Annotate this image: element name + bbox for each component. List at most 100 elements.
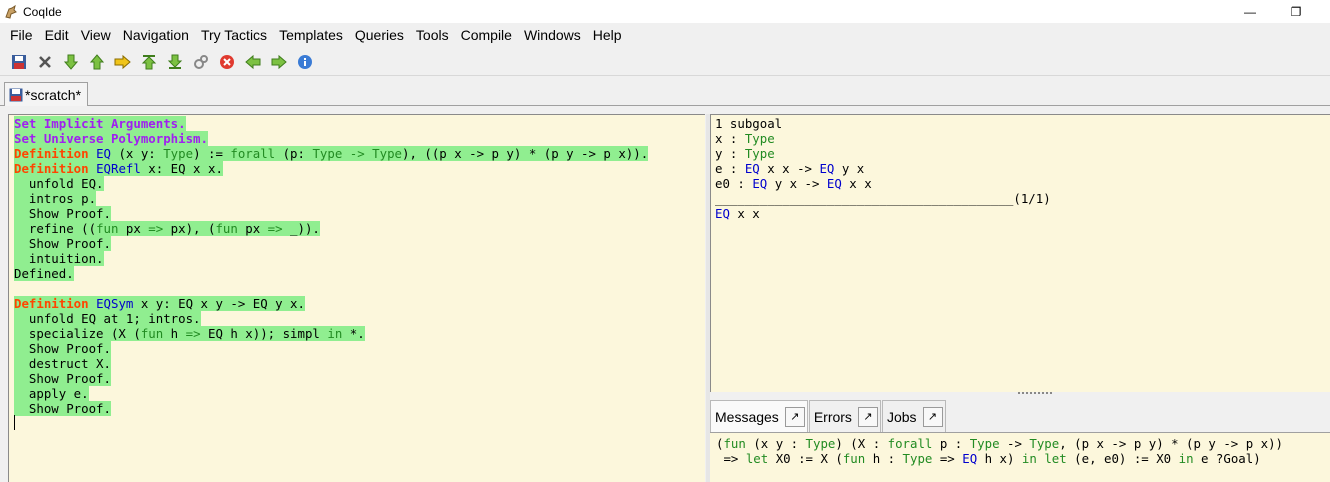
menu-try-tactics[interactable]: Try Tactics xyxy=(195,25,273,45)
messages-token: (x y : xyxy=(745,436,806,451)
editor-token: Definition xyxy=(14,146,89,161)
messages-token: fun xyxy=(842,451,866,466)
goals-token: EQ xyxy=(752,176,768,191)
editor-token xyxy=(89,161,96,176)
tab-scratch[interactable]: *scratch* xyxy=(4,82,89,106)
next-occurrence-icon xyxy=(271,54,287,69)
messages-token: => xyxy=(932,451,963,466)
messages-token: h : xyxy=(865,451,903,466)
tab-errors[interactable]: Errors ↗ xyxy=(808,400,881,432)
detach-icon[interactable]: ↗ xyxy=(857,406,878,427)
restore-button[interactable]: ❐ xyxy=(1273,0,1319,23)
minimize-button[interactable]: — xyxy=(1227,0,1273,23)
messages-token: EQ xyxy=(962,451,978,466)
editor-token: ), ((p x -> p y) * (p y -> p x)). xyxy=(402,146,649,161)
editor-line: Show Proof. xyxy=(14,341,648,356)
editor-line: unfold EQ. xyxy=(14,176,648,191)
save-icon xyxy=(12,54,26,69)
editor-token: destruct X. xyxy=(14,356,111,371)
goals-token: Type xyxy=(744,131,775,146)
menu-templates[interactable]: Templates xyxy=(273,25,349,45)
goals-token: Type xyxy=(744,146,775,161)
editor-token: Show Proof. xyxy=(14,371,111,386)
go-to-start-button[interactable] xyxy=(136,50,162,74)
menu-view[interactable]: View xyxy=(75,25,117,45)
editor-token: Type xyxy=(372,146,402,161)
editor-token: (x y: xyxy=(111,146,164,161)
script-editor[interactable]: Set Implicit Arguments. Set Universe Poly… xyxy=(8,114,705,482)
goals-token: EQ xyxy=(715,206,730,221)
interrupt-button[interactable] xyxy=(214,50,240,74)
messages-token: X0 := X ( xyxy=(768,451,843,466)
editor-token: EQ h x)); simpl xyxy=(200,326,328,341)
previous-occurrence-button[interactable] xyxy=(240,50,266,74)
menu-help[interactable]: Help xyxy=(587,25,628,45)
close-button[interactable] xyxy=(32,50,58,74)
editor-line: refine ((fun px => px), (fun px => _)). xyxy=(14,221,648,236)
editor-token: Show Proof. xyxy=(14,206,111,221)
menu-compile[interactable]: Compile xyxy=(455,25,518,45)
editor-line: Show Proof. xyxy=(14,371,648,386)
editor-line: Set Implicit Arguments. xyxy=(14,116,648,131)
goals-line: EQ x x xyxy=(715,206,1051,221)
close-icon xyxy=(39,55,51,68)
editor-token: ) := xyxy=(193,146,231,161)
tab-messages[interactable]: Messages ↗ xyxy=(710,400,808,432)
go-to-end-button[interactable] xyxy=(162,50,188,74)
editor-line: apply e. xyxy=(14,386,648,401)
editor-line: intros p. xyxy=(14,191,648,206)
editor-token: forall xyxy=(230,146,276,161)
detach-icon[interactable]: ↗ xyxy=(922,406,943,427)
previous-occurrence-icon xyxy=(245,54,261,69)
save-button[interactable] xyxy=(6,50,32,74)
goals-line: e0 : EQ y x -> EQ x x xyxy=(715,176,1051,191)
menu-navigation[interactable]: Navigation xyxy=(117,25,195,45)
messages-token: e ?Goal) xyxy=(1193,451,1261,466)
tab-label: *scratch* xyxy=(25,86,82,103)
goals-token: e0 : xyxy=(715,176,753,191)
editor-token: => xyxy=(185,326,201,341)
menu-tools[interactable]: Tools xyxy=(410,25,455,45)
editor-token: Definition xyxy=(14,296,89,311)
fully-check-button[interactable] xyxy=(188,50,214,74)
messages-token: fun xyxy=(723,436,746,451)
editor-token: px xyxy=(237,221,268,236)
editor-token: Set Implicit Arguments. xyxy=(14,116,186,131)
editor-token: => xyxy=(148,221,164,236)
messages-token: in xyxy=(1178,451,1194,466)
fully-check-icon xyxy=(194,54,208,69)
menu-queries[interactable]: Queries xyxy=(349,25,410,45)
forward-one-icon xyxy=(63,54,79,70)
horizontal-pane-grip[interactable] xyxy=(1018,392,1052,397)
go-to-start-icon xyxy=(141,54,157,69)
backward-one-button[interactable] xyxy=(84,50,110,74)
messages-token: Type xyxy=(1029,436,1060,451)
editor-token: unfold EQ. xyxy=(14,176,104,191)
editor-token: refine (( xyxy=(14,221,97,236)
goals-token: 1 subgoal xyxy=(715,116,783,131)
editor-line: Definition EQRefl x: EQ x x. xyxy=(14,161,648,176)
menu-file[interactable]: File xyxy=(4,25,39,45)
tab-jobs[interactable]: Jobs ↗ xyxy=(881,400,946,432)
script-text: Set Implicit Arguments. Set Universe Poly… xyxy=(14,116,649,416)
messages-token: Type xyxy=(969,436,1000,451)
editor-token: Type xyxy=(163,146,194,161)
editor-token: Defined. xyxy=(14,266,74,281)
editor-token: px), ( xyxy=(163,221,216,236)
go-to-cursor-button[interactable] xyxy=(110,50,136,74)
editor-line: Show Proof. xyxy=(14,236,648,251)
editor-token: unfold EQ at 1; intros. xyxy=(14,311,201,326)
detach-icon[interactable]: ↗ xyxy=(784,406,805,427)
goals-token: x x xyxy=(729,206,760,221)
editor-token: Show Proof. xyxy=(14,341,111,356)
coqide-rooster-icon xyxy=(3,4,19,20)
about-button[interactable] xyxy=(292,50,318,74)
menu-windows[interactable]: Windows xyxy=(518,25,587,45)
next-occurrence-button[interactable] xyxy=(266,50,292,74)
forward-one-button[interactable] xyxy=(58,50,84,74)
editor-token: intros p. xyxy=(14,191,97,206)
menu-edit[interactable]: Edit xyxy=(39,25,75,45)
goals-token: x : xyxy=(715,131,745,146)
editor-line: Show Proof. xyxy=(14,401,648,416)
editor-line: specialize (X (fun h => EQ h x)); simpl … xyxy=(14,326,648,341)
